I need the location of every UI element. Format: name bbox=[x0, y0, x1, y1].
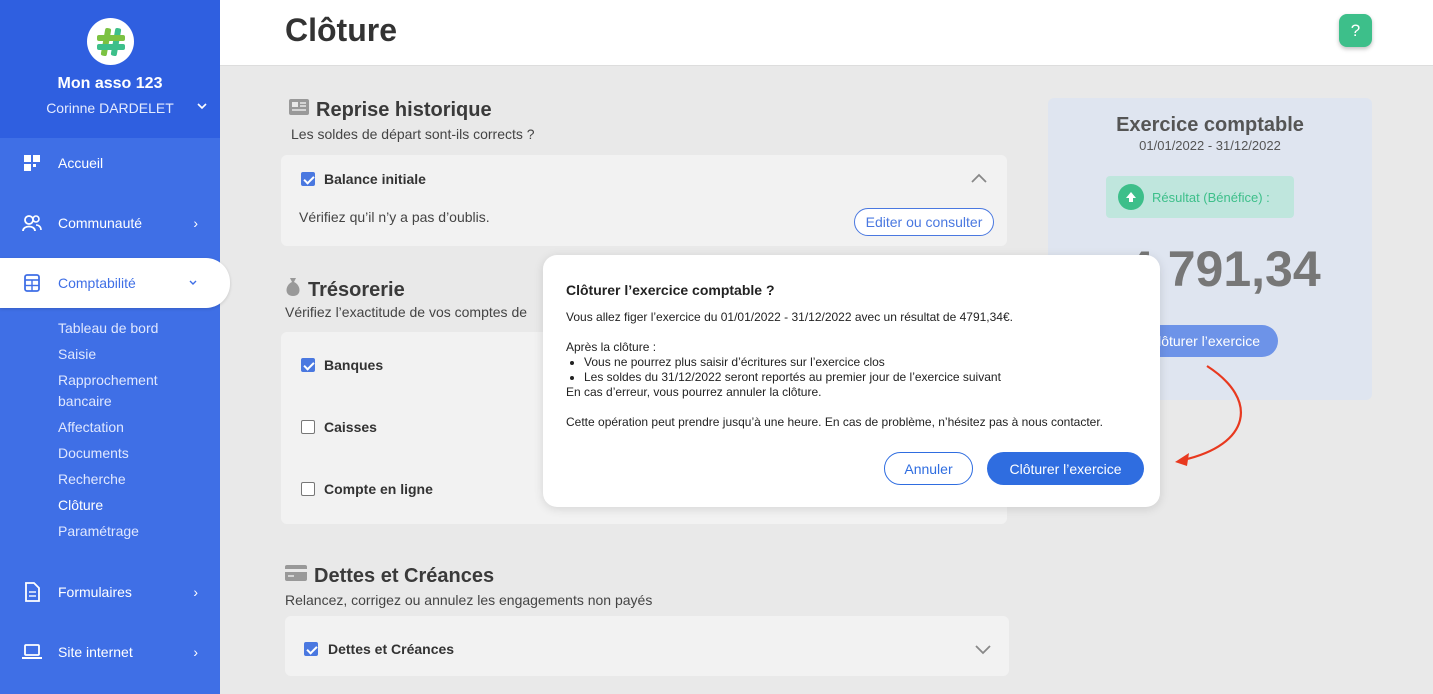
page-title: Clôture bbox=[285, 12, 397, 48]
nav-item-community[interactable]: Communauté › bbox=[0, 199, 220, 247]
subnav-settings[interactable]: Paramétrage bbox=[58, 521, 208, 542]
chevron-down-icon[interactable] bbox=[196, 100, 208, 115]
section-dettes-title: Dettes et Créances bbox=[284, 564, 494, 588]
result-label: Résultat (Bénéfice) : bbox=[1152, 189, 1270, 205]
section-tresorerie-title: Trésorerie bbox=[284, 277, 405, 303]
modal-line-summary: Vous allez figer l’exercice du 01/01/202… bbox=[566, 310, 1013, 324]
red-arrow-annotation bbox=[1175, 365, 1242, 466]
confirm-close-button[interactable]: Clôturer l’exercice bbox=[987, 452, 1144, 485]
dashboard-icon bbox=[22, 153, 42, 173]
edit-consult-button[interactable]: Editer ou consulter bbox=[854, 208, 994, 236]
document-icon bbox=[22, 582, 42, 602]
modal-bullet: Les soldes du 31/12/2022 seront reportés… bbox=[584, 370, 1146, 385]
sidebar: Mon asso 123 Corinne DARDELET Accueil Co… bbox=[0, 0, 230, 694]
section-reprise-title: Reprise historique bbox=[288, 98, 492, 122]
user-name[interactable]: Corinne DARDELET bbox=[0, 100, 220, 116]
section-title-text: Dettes et Créances bbox=[314, 564, 495, 587]
money-bag-icon bbox=[284, 277, 302, 303]
subnav-allocation[interactable]: Affectation bbox=[58, 417, 208, 438]
modal-body: Vous allez figer l’exercice du 01/01/202… bbox=[566, 310, 1146, 430]
org-name: Mon asso 123 bbox=[57, 75, 163, 92]
modal-consequences-list: Vous ne pourrez plus saisir d’écritures … bbox=[584, 355, 1146, 385]
balance-label: Balance initiale bbox=[324, 171, 426, 187]
chevron-right-icon: › bbox=[193, 584, 198, 600]
dettes-checkbox[interactable] bbox=[304, 642, 318, 656]
card-balance-initiale: Balance initiale Vérifiez qu’il n’y a pa… bbox=[281, 155, 1007, 246]
nav-label: Formulaires bbox=[58, 584, 132, 600]
chevron-up-icon[interactable] bbox=[970, 171, 988, 189]
section-title-text: Reprise historique bbox=[316, 98, 492, 121]
dettes-label: Dettes et Créances bbox=[328, 641, 455, 657]
modal-title: Clôturer l’exercice comptable ? bbox=[566, 282, 775, 298]
subnav-reconciliation[interactable]: Rapprochement bancaire bbox=[58, 370, 208, 412]
subnav-documents[interactable]: Documents bbox=[58, 443, 208, 464]
section-tresorerie-subtitle: Vérifiez l’exactitude de vos comptes de bbox=[285, 304, 528, 320]
nav-label: Site internet bbox=[58, 644, 133, 660]
caisses-checkbox[interactable] bbox=[301, 420, 315, 434]
subnav-entry[interactable]: Saisie bbox=[58, 344, 208, 365]
caisses-label: Caisses bbox=[324, 419, 377, 435]
section-title-text: Trésorerie bbox=[308, 278, 405, 301]
nav-label: Communauté bbox=[58, 215, 143, 231]
topbar: Clôture ? bbox=[220, 0, 1433, 66]
users-icon bbox=[22, 213, 42, 233]
panel-title: Exercice comptable bbox=[1116, 114, 1304, 136]
modal-duration-line: Cette opération peut prendre jusqu’à une… bbox=[566, 415, 1104, 429]
panel-dates: 01/01/2022 - 31/12/2022 bbox=[1139, 138, 1281, 153]
credit-card-icon bbox=[284, 564, 308, 588]
nav-item-home[interactable]: Accueil bbox=[0, 139, 220, 187]
calculator-icon bbox=[22, 273, 42, 293]
chevron-right-icon: › bbox=[193, 215, 198, 231]
chevron-down-icon bbox=[188, 275, 198, 291]
subnav-closing[interactable]: Clôture bbox=[58, 495, 208, 516]
compte-en-ligne-label: Compte en ligne bbox=[324, 481, 433, 497]
nav-label: Comptabilité bbox=[58, 275, 136, 291]
nav-item-accounting[interactable]: Comptabilité bbox=[0, 258, 230, 308]
modal-bullet: Vous ne pourrez plus saisir d’écritures … bbox=[584, 355, 1146, 370]
cancel-button[interactable]: Annuler bbox=[884, 452, 973, 485]
subnav-search[interactable]: Recherche bbox=[58, 469, 208, 490]
confirm-close-modal: Clôturer l’exercice comptable ? Vous all… bbox=[543, 255, 1160, 507]
subnav-dashboard[interactable]: Tableau de bord bbox=[58, 318, 208, 339]
nav-item-website[interactable]: Site internet › bbox=[0, 628, 220, 676]
result-badge: Résultat (Bénéfice) : bbox=[1106, 176, 1294, 218]
sidebar-header: Mon asso 123 Corinne DARDELET bbox=[0, 0, 220, 138]
help-button[interactable]: ? bbox=[1339, 14, 1372, 47]
nav-label: Accueil bbox=[58, 155, 104, 171]
laptop-icon bbox=[22, 642, 42, 662]
compte-en-ligne-checkbox[interactable] bbox=[301, 482, 315, 496]
balance-text: Vérifiez qu’il n’y a pas d’oublis. bbox=[299, 209, 490, 225]
banques-label: Banques bbox=[324, 357, 384, 373]
card-dettes: Dettes et Créances bbox=[285, 616, 1009, 676]
banques-checkbox[interactable] bbox=[301, 358, 315, 372]
org-logo[interactable] bbox=[87, 18, 134, 65]
modal-after-label: Après la clôture : bbox=[566, 340, 657, 354]
newspaper-icon bbox=[288, 98, 310, 122]
section-reprise-subtitle: Les soldes de départ sont-ils corrects ? bbox=[291, 126, 535, 142]
nav-item-forms[interactable]: Formulaires › bbox=[0, 568, 220, 616]
balance-checkbox[interactable] bbox=[301, 172, 315, 186]
chevron-down-icon[interactable] bbox=[974, 643, 992, 661]
section-dettes-subtitle: Relancez, corrigez ou annulez les engage… bbox=[285, 592, 653, 608]
chevron-right-icon: › bbox=[193, 644, 198, 660]
modal-error-line: En cas d’erreur, vous pourrez annuler la… bbox=[566, 385, 822, 399]
arrow-up-icon bbox=[1118, 184, 1144, 210]
